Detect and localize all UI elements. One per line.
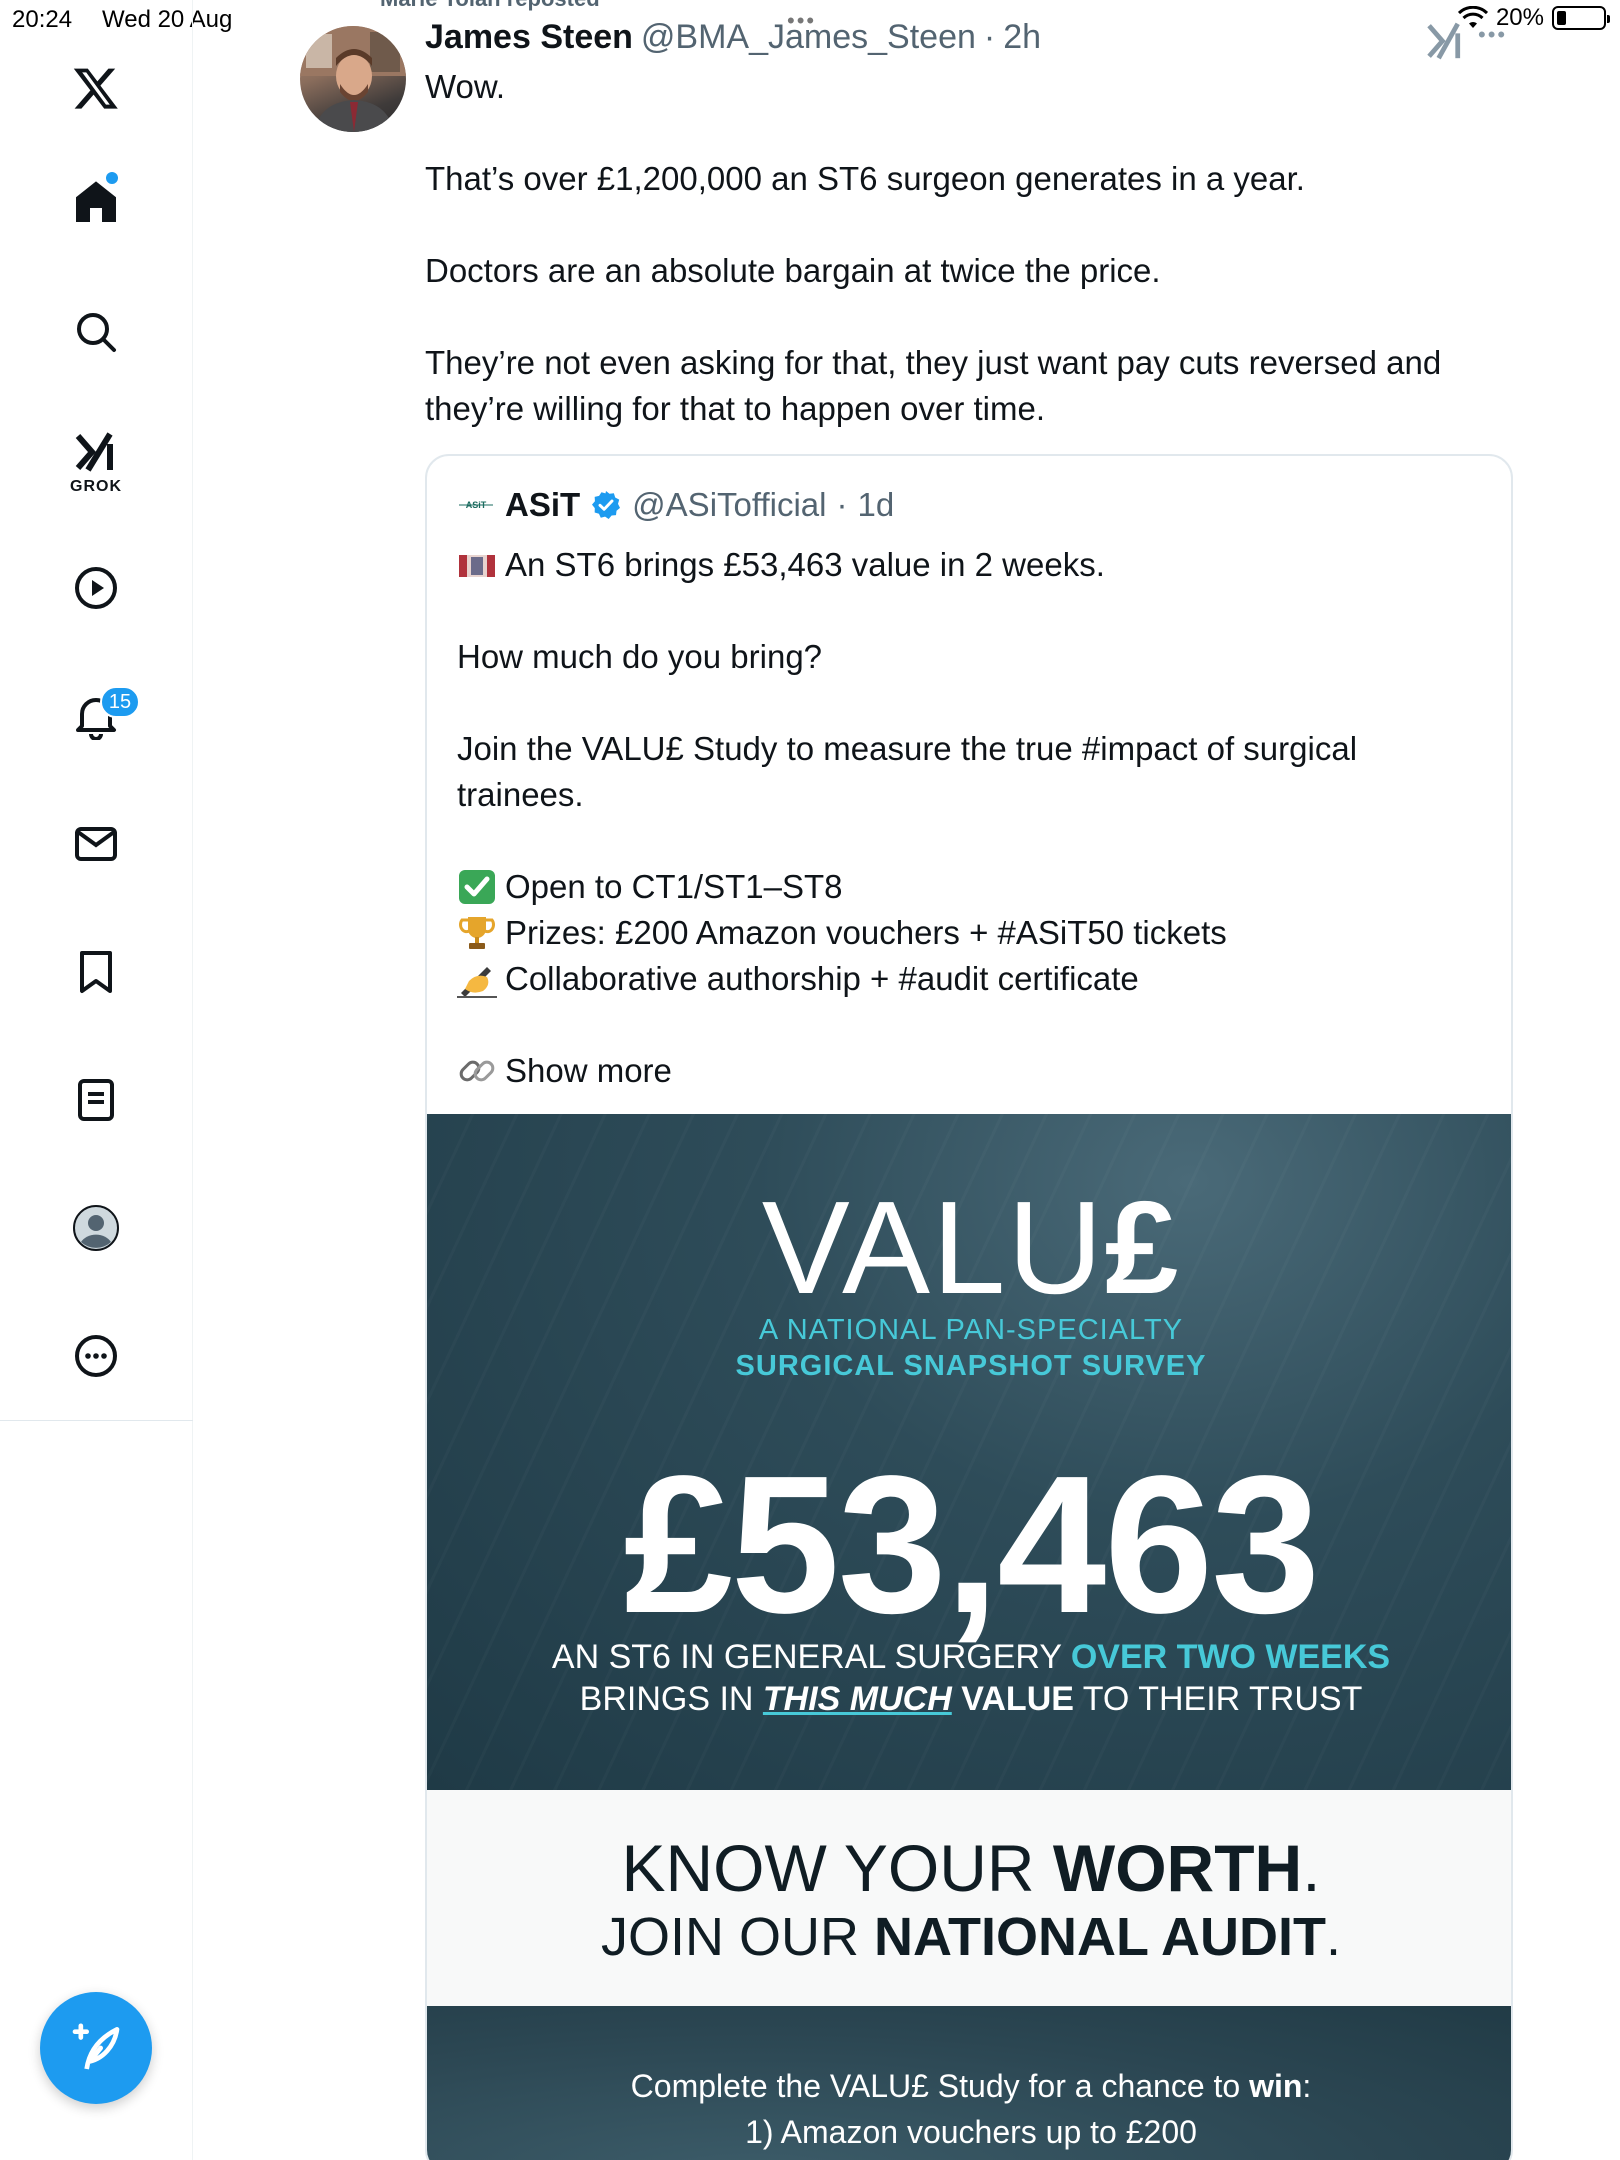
trophy-emoji-icon xyxy=(459,917,495,949)
quote-bullet: Open to CT1/ST1–ST8 xyxy=(457,864,1477,910)
poster-subtitle: A NATIONAL PAN-SPECIALTY xyxy=(758,1314,1184,1346)
quote-line-text: An ST6 brings £53,463 value in 2 weeks. xyxy=(505,546,1105,583)
tweet-paragraph: Wow. xyxy=(425,68,506,105)
lists-icon[interactable] xyxy=(56,1060,136,1140)
tweet-paragraph: They’re not even asking for that, they j… xyxy=(425,344,1442,427)
author-photo xyxy=(300,26,406,132)
poster-caption: BRINGS IN THIS MUCH VALUE TO THEIR TRUST xyxy=(579,1680,1363,1718)
separator-dot: · xyxy=(983,18,996,56)
link-emoji-icon xyxy=(459,1060,495,1082)
bookmarks-icon[interactable] xyxy=(56,932,136,1012)
poster-prize-line: 1) Amazon vouchers up to £200 xyxy=(745,2114,1197,2150)
video-icon[interactable] xyxy=(56,548,136,628)
quote-bullet-text: Open to CT1/ST1–ST8 xyxy=(505,868,843,905)
notifications-badge: 15 xyxy=(100,686,140,718)
poster-amount: £53,463 xyxy=(623,1435,1321,1654)
tweet-time[interactable]: 2h xyxy=(1003,18,1041,57)
quote-time[interactable]: 1d xyxy=(857,486,894,524)
compose-post-button[interactable] xyxy=(40,1992,152,2104)
verified-badge-icon xyxy=(592,491,621,519)
quote-author-line: ASiT ASiT @ASiTofficial · 1d xyxy=(457,486,894,524)
asit-logo: ASiT xyxy=(457,490,495,520)
quote-bullet-text: Prizes: £200 Amazon vouchers + #ASiT50 t… xyxy=(505,914,1227,951)
home-unread-dot xyxy=(106,172,118,184)
author-avatar[interactable] xyxy=(300,26,406,132)
grok-explain-icon[interactable] xyxy=(1424,20,1480,62)
sidebar: GROK 15 xyxy=(0,0,193,2160)
quote-body: An ST6 brings £53,463 value in 2 weeks. … xyxy=(457,542,1477,1094)
quote-image[interactable]: VALU£ A NATIONAL PAN-SPECIALTY SURGICAL … xyxy=(427,1114,1511,2160)
check-mark-emoji-icon xyxy=(459,870,495,904)
author-handle[interactable]: @BMA_James_Steen xyxy=(641,18,976,57)
poster-complete-text: Complete the VALU£ Study for a chance to… xyxy=(630,2068,1312,2104)
grok-label: GROK xyxy=(70,478,122,495)
author-name[interactable]: James Steen xyxy=(425,18,633,57)
separator-dot: · xyxy=(836,486,848,523)
tweet-paragraph: That’s over £1,200,000 an ST6 surgeon ge… xyxy=(425,160,1305,197)
quote-bullet: Collaborative authorship + #audit certif… xyxy=(457,956,1477,1002)
tweet-author-line: James Steen @BMA_James_Steen · 2h xyxy=(425,18,1041,57)
quote-line: An ST6 brings £53,463 value in 2 weeks. xyxy=(457,542,1477,588)
sidebar-divider xyxy=(0,1420,193,1421)
messages-icon[interactable] xyxy=(56,804,136,884)
tweet-paragraph: Doctors are an absolute bargain at twice… xyxy=(425,252,1161,289)
tweet-more-icon[interactable]: ••• xyxy=(1478,22,1507,48)
poster-title: VALU£ xyxy=(761,1174,1181,1321)
x-logo-icon[interactable] xyxy=(56,48,136,128)
quote-line: How much do you bring? xyxy=(457,638,823,675)
search-icon[interactable] xyxy=(56,292,136,372)
quote-author-handle[interactable]: @ASiTofficial xyxy=(632,486,826,524)
quoted-tweet-card[interactable]: ASiT ASiT @ASiTofficial · 1d An ST6 brin… xyxy=(425,454,1513,2160)
battery-icon xyxy=(1552,6,1610,30)
money-emoji-icon xyxy=(459,555,495,577)
poster-know-worth: KNOW YOUR WORTH. xyxy=(621,1831,1321,1905)
reposted-by-label: Marie Tolan reposted xyxy=(380,0,600,12)
compose-feather-icon xyxy=(72,2023,120,2070)
quote-author-name[interactable]: ASiT xyxy=(505,486,580,524)
quote-bullet: Prizes: £200 Amazon vouchers + #ASiT50 t… xyxy=(457,910,1477,956)
show-more-link[interactable]: Show more xyxy=(457,1048,1477,1094)
poster-join-audit: JOIN OUR NATIONAL AUDIT. xyxy=(601,1907,1341,1967)
home-icon[interactable] xyxy=(56,162,136,242)
svg-text:ASiT: ASiT xyxy=(466,500,487,510)
poster-prize-panel: Complete the VALU£ Study for a chance to… xyxy=(427,2006,1511,2160)
poster-cta-panel: KNOW YOUR WORTH. JOIN OUR NATIONAL AUDIT… xyxy=(427,1790,1511,2006)
poster-subtitle-bold: SURGICAL SNAPSHOT SURVEY xyxy=(735,1350,1207,1382)
profile-avatar-icon[interactable] xyxy=(56,1188,136,1268)
tweet-body: Wow. That’s over £1,200,000 an ST6 surge… xyxy=(425,64,1505,432)
more-options-icon[interactable] xyxy=(56,1316,136,1396)
quote-bullet-text: Collaborative authorship + #audit certif… xyxy=(505,960,1139,997)
quote-line: Join the VALU£ Study to measure the true… xyxy=(457,730,1358,813)
show-more-text[interactable]: Show more xyxy=(505,1048,672,1094)
poster-caption: AN ST6 IN GENERAL SURGERY OVER TWO WEEKS xyxy=(551,1638,1391,1676)
writing-hand-emoji-icon xyxy=(457,967,497,998)
poster-header-panel: VALU£ A NATIONAL PAN-SPECIALTY SURGICAL … xyxy=(427,1114,1511,1790)
